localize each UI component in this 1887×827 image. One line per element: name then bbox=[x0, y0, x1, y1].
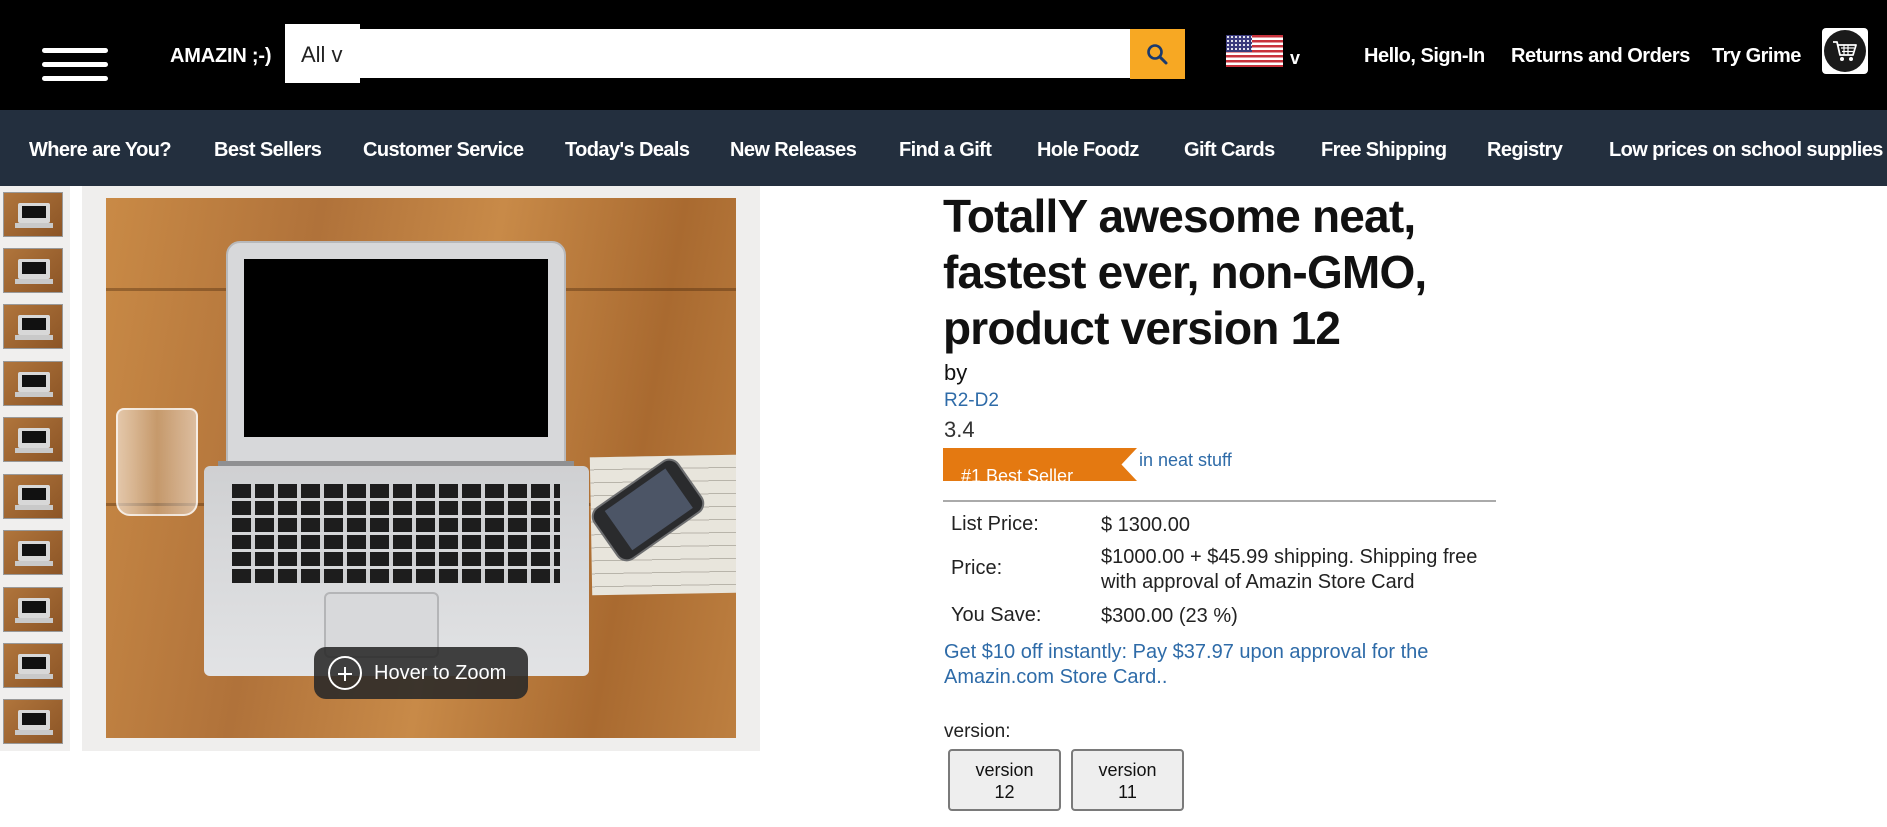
product-thumbnail[interactable] bbox=[3, 530, 63, 575]
menu-icon[interactable] bbox=[42, 45, 108, 85]
nav-item-todays-deals[interactable]: Today's Deals bbox=[565, 139, 690, 162]
thumbnail-strip bbox=[0, 186, 70, 751]
product-thumbnail[interactable] bbox=[3, 192, 63, 237]
version-button-text: version bbox=[1098, 760, 1157, 780]
zoom-plus-icon bbox=[328, 656, 362, 690]
nav-item-find-a-gift[interactable]: Find a Gift bbox=[899, 139, 992, 162]
product-thumbnail[interactable] bbox=[3, 474, 63, 519]
best-seller-badge: #1 Best Seller bbox=[943, 448, 1137, 481]
you-save-label: You Save: bbox=[951, 604, 1042, 626]
product-thumbnail[interactable] bbox=[3, 643, 63, 688]
product-thumbnail[interactable] bbox=[3, 587, 63, 632]
nav-item-customer-service[interactable]: Customer Service bbox=[363, 139, 524, 162]
sign-in-link[interactable]: Hello, Sign-In bbox=[1364, 45, 1485, 68]
try-grime-link[interactable]: Try Grime bbox=[1712, 45, 1801, 68]
section-divider bbox=[943, 500, 1496, 502]
nav-item-where-are-you[interactable]: Where are You? bbox=[29, 139, 172, 162]
list-price-label: List Price: bbox=[951, 513, 1039, 535]
keyboard-illustration bbox=[232, 484, 560, 584]
best-seller-label: #1 Best Seller bbox=[961, 466, 1074, 481]
best-seller-category-link[interactable]: in neat stuff bbox=[1139, 450, 1232, 471]
category-nav: Where are You? Best Sellers Customer Ser… bbox=[0, 110, 1887, 186]
hover-to-zoom-button[interactable]: Hover to Zoom bbox=[314, 647, 528, 699]
brand-link[interactable]: R2-D2 bbox=[944, 390, 999, 412]
product-thumbnail[interactable] bbox=[3, 361, 63, 406]
rating-value: 3.4 bbox=[944, 417, 975, 442]
version-button-text: version bbox=[975, 760, 1034, 780]
top-header: AMAZIN ;-) All v v Hello, Sign-In Return… bbox=[0, 0, 1887, 110]
nav-item-hole-foodz[interactable]: Hole Foodz bbox=[1037, 139, 1139, 162]
list-price-value: $ 1300.00 bbox=[1101, 514, 1190, 536]
nav-item-school-supplies[interactable]: Low prices on school supplies bbox=[1609, 139, 1883, 162]
us-flag-icon[interactable] bbox=[1226, 35, 1283, 67]
site-logo[interactable]: AMAZIN ;-) bbox=[170, 45, 272, 68]
cart-icon bbox=[1833, 41, 1857, 61]
laptop-illustration bbox=[226, 241, 566, 463]
nav-item-gift-cards[interactable]: Gift Cards bbox=[1184, 139, 1275, 162]
laptop-base bbox=[204, 466, 589, 676]
nav-item-best-sellers[interactable]: Best Sellers bbox=[214, 139, 322, 162]
product-thumbnail[interactable] bbox=[3, 304, 63, 349]
product-thumbnail[interactable] bbox=[3, 248, 63, 293]
search-button[interactable] bbox=[1130, 29, 1185, 79]
returns-orders-link[interactable]: Returns and Orders bbox=[1511, 45, 1690, 68]
price-value: $1000.00 + $45.99 shipping. Shipping fre… bbox=[1101, 546, 1478, 593]
you-save-value: $300.00 (23 %) bbox=[1101, 605, 1238, 627]
nav-item-new-releases[interactable]: New Releases bbox=[730, 139, 857, 162]
product-thumbnail[interactable] bbox=[3, 699, 63, 744]
version-label: version: bbox=[944, 721, 1011, 742]
nav-item-free-shipping[interactable]: Free Shipping bbox=[1321, 139, 1447, 162]
product-thumbnail[interactable] bbox=[3, 417, 63, 462]
price-label: Price: bbox=[951, 557, 1003, 579]
cart-button[interactable] bbox=[1822, 28, 1868, 74]
language-caret[interactable]: v bbox=[1290, 48, 1300, 69]
version-11-button[interactable]: version 11 bbox=[1071, 749, 1184, 811]
by-label: by bbox=[944, 360, 968, 385]
search-category-dropdown[interactable]: All v bbox=[285, 24, 360, 83]
version-button-number: 11 bbox=[1118, 782, 1137, 802]
glass-illustration bbox=[116, 408, 198, 516]
version-12-button[interactable]: version 12 bbox=[948, 749, 1061, 811]
version-button-number: 12 bbox=[994, 782, 1015, 802]
nav-item-registry[interactable]: Registry bbox=[1487, 139, 1563, 162]
product-title: TotallY awesome neat, fastest ever, non-… bbox=[943, 190, 1427, 354]
zoom-label: Hover to Zoom bbox=[374, 662, 507, 684]
search-icon bbox=[1147, 44, 1168, 65]
search-input[interactable] bbox=[360, 29, 1130, 78]
store-card-promo-link[interactable]: Get $10 off instantly: Pay $37.97 upon a… bbox=[944, 640, 1484, 690]
